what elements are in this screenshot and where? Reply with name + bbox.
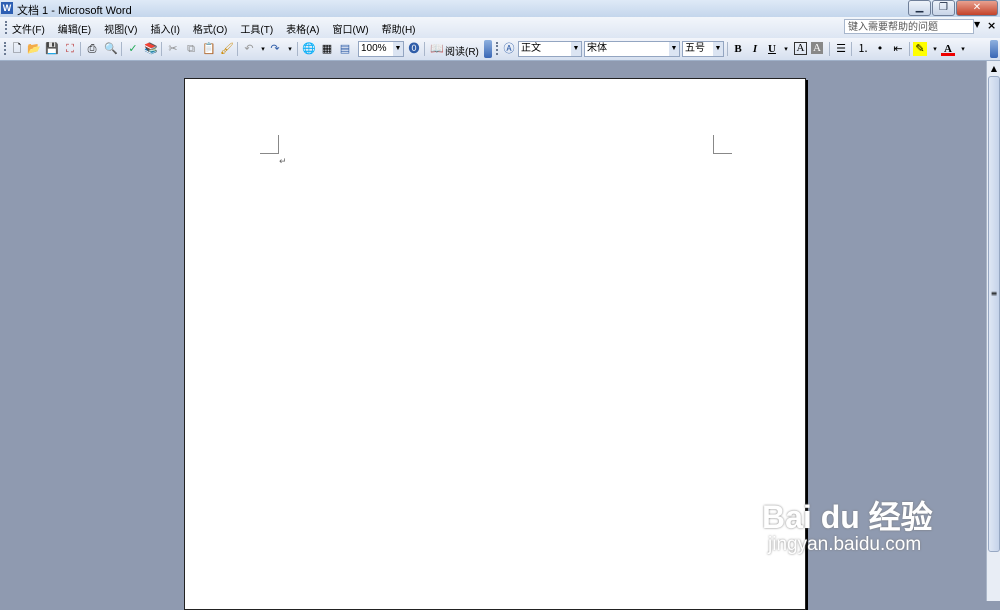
scroll-up-arrow[interactable]: ▲ [988,63,1000,75]
menu-window[interactable]: 窗口(W) [333,21,369,36]
italic-button[interactable]: I [748,42,762,56]
cut-icon[interactable]: ✂ [166,42,180,56]
insert-table-icon[interactable]: ▤ [338,42,352,56]
zoom-value: 100% [361,43,387,54]
style-dropdown-icon[interactable]: ▼ [571,42,581,56]
new-document-icon[interactable]: 🗋 [10,42,24,56]
toolbar: 🗋 📂 💾 ⛶ ⎙ 🔍 ✓ 📚 ✂ ⧉ 📋 🖌 ↶ ▾ ↷ ▾ 🌐 ▦ ▤ 10… [0,38,1000,61]
print-icon[interactable]: ⎙ [85,42,99,56]
bold-button[interactable]: B [731,42,745,56]
menu-insert[interactable]: 插入(I) [150,21,179,36]
menubar-grip-handle[interactable] [5,21,10,34]
menu-bar: 文件(F) 编辑(E) 视图(V) 插入(I) 格式(O) 工具(T) 表格(A… [0,17,1000,39]
menu-edit[interactable]: 编辑(E) [58,21,91,36]
zoom-combo[interactable]: 100% ▼ [358,41,404,57]
formatting-toolbar-grip[interactable] [496,42,501,55]
restore-button[interactable]: ❐ [932,0,955,16]
title-bar: W 文档 1 - Microsoft Word ▁ ❐ ✕ [0,0,1000,18]
font-dropdown-icon[interactable]: ▼ [669,42,679,56]
vertical-scrollbar[interactable]: ▲ ≡ [986,61,1000,601]
read-mode-icon[interactable]: 📖 [430,42,444,56]
numbering-icon[interactable]: ⒈ [856,42,870,56]
font-color-dropdown-icon[interactable]: ▾ [956,42,970,56]
paragraph-mark: ↵ [279,157,287,167]
standard-toolbar-grip[interactable] [4,42,9,55]
menu-help[interactable]: 帮助(H) [382,21,416,36]
decrease-indent-icon[interactable]: ⇤ [891,42,905,56]
menu-view[interactable]: 视图(V) [104,21,137,36]
help-search-input[interactable]: 键入需要帮助的问题 [844,19,974,34]
font-color-icon[interactable]: A [941,42,955,56]
font-combo[interactable]: 宋体 ▼ [584,41,680,57]
align-justify-icon[interactable]: ☰ [834,42,848,56]
save-icon[interactable]: 💾 [45,42,59,56]
formatting-options-chevron[interactable] [990,40,998,58]
toolbar-options-chevron[interactable] [484,40,492,58]
print-preview-icon[interactable]: 🔍 [104,42,118,56]
permission-icon[interactable]: ⛶ [63,42,77,56]
close-document-icon[interactable]: × [987,19,996,32]
redo-dropdown-icon[interactable]: ▾ [283,42,297,56]
character-shading-button[interactable]: A [811,42,823,54]
menu-table[interactable]: 表格(A) [286,21,319,36]
style-combo[interactable]: 正文 ▼ [518,41,582,57]
baidu-watermark: Bai du 经验 jingyan.baidu.com [762,492,933,555]
styles-pane-icon[interactable]: Ⓐ [502,42,516,56]
research-icon[interactable]: 📚 [144,42,158,56]
read-mode-button[interactable]: 阅读(R) [445,43,479,58]
help-dropdown-icon[interactable]: ▼ [974,20,980,29]
font-size-dropdown-icon[interactable]: ▼ [713,42,723,56]
zoom-dropdown-icon[interactable]: ▼ [393,42,403,56]
tables-borders-icon[interactable]: ▦ [320,42,334,56]
font-size-value: 五号 [685,43,705,54]
bullets-icon[interactable]: • [873,42,887,56]
scrollbar-thumb[interactable]: ≡ [988,76,1000,552]
menu-items: 文件(F) 编辑(E) 视图(V) 插入(I) 格式(O) 工具(T) 表格(A… [12,21,429,36]
top-left-crop-mark [260,135,279,154]
highlight-dropdown-icon[interactable]: ▾ [928,42,942,56]
help-icon[interactable]: ⓿ [407,42,421,56]
top-right-crop-mark [713,135,732,154]
menu-file[interactable]: 文件(F) [12,21,45,36]
character-border-button[interactable]: A [794,42,807,55]
spelling-icon[interactable]: ✓ [126,42,140,56]
menu-tools[interactable]: 工具(T) [240,21,273,36]
underline-button[interactable]: U [765,42,779,56]
format-painter-icon[interactable]: 🖌 [220,42,234,56]
style-value: 正文 [521,43,541,54]
paste-icon[interactable]: 📋 [202,42,216,56]
redo-icon[interactable]: ↷ [268,42,282,56]
word-app-icon[interactable]: W [1,2,13,14]
close-window-button[interactable]: ✕ [956,0,998,16]
watermark-url: jingyan.baidu.com [768,534,922,555]
watermark-brand: Bai du 经验 [762,499,933,535]
open-folder-icon[interactable]: 📂 [27,42,41,56]
window-controls: ▁ ❐ ✕ [907,0,998,16]
menu-format[interactable]: 格式(O) [193,21,227,36]
hyperlink-icon[interactable]: 🌐 [302,42,316,56]
undo-icon[interactable]: ↶ [242,42,256,56]
font-size-combo[interactable]: 五号 ▼ [682,41,724,57]
font-value: 宋体 [587,43,607,54]
minimize-button[interactable]: ▁ [908,0,931,16]
underline-dropdown-icon[interactable]: ▾ [779,42,793,56]
copy-icon[interactable]: ⧉ [184,42,198,56]
window-title: 文档 1 - Microsoft Word [17,5,132,17]
highlight-icon[interactable]: ✎ [913,42,927,56]
document-page[interactable]: ↵ [184,78,806,610]
